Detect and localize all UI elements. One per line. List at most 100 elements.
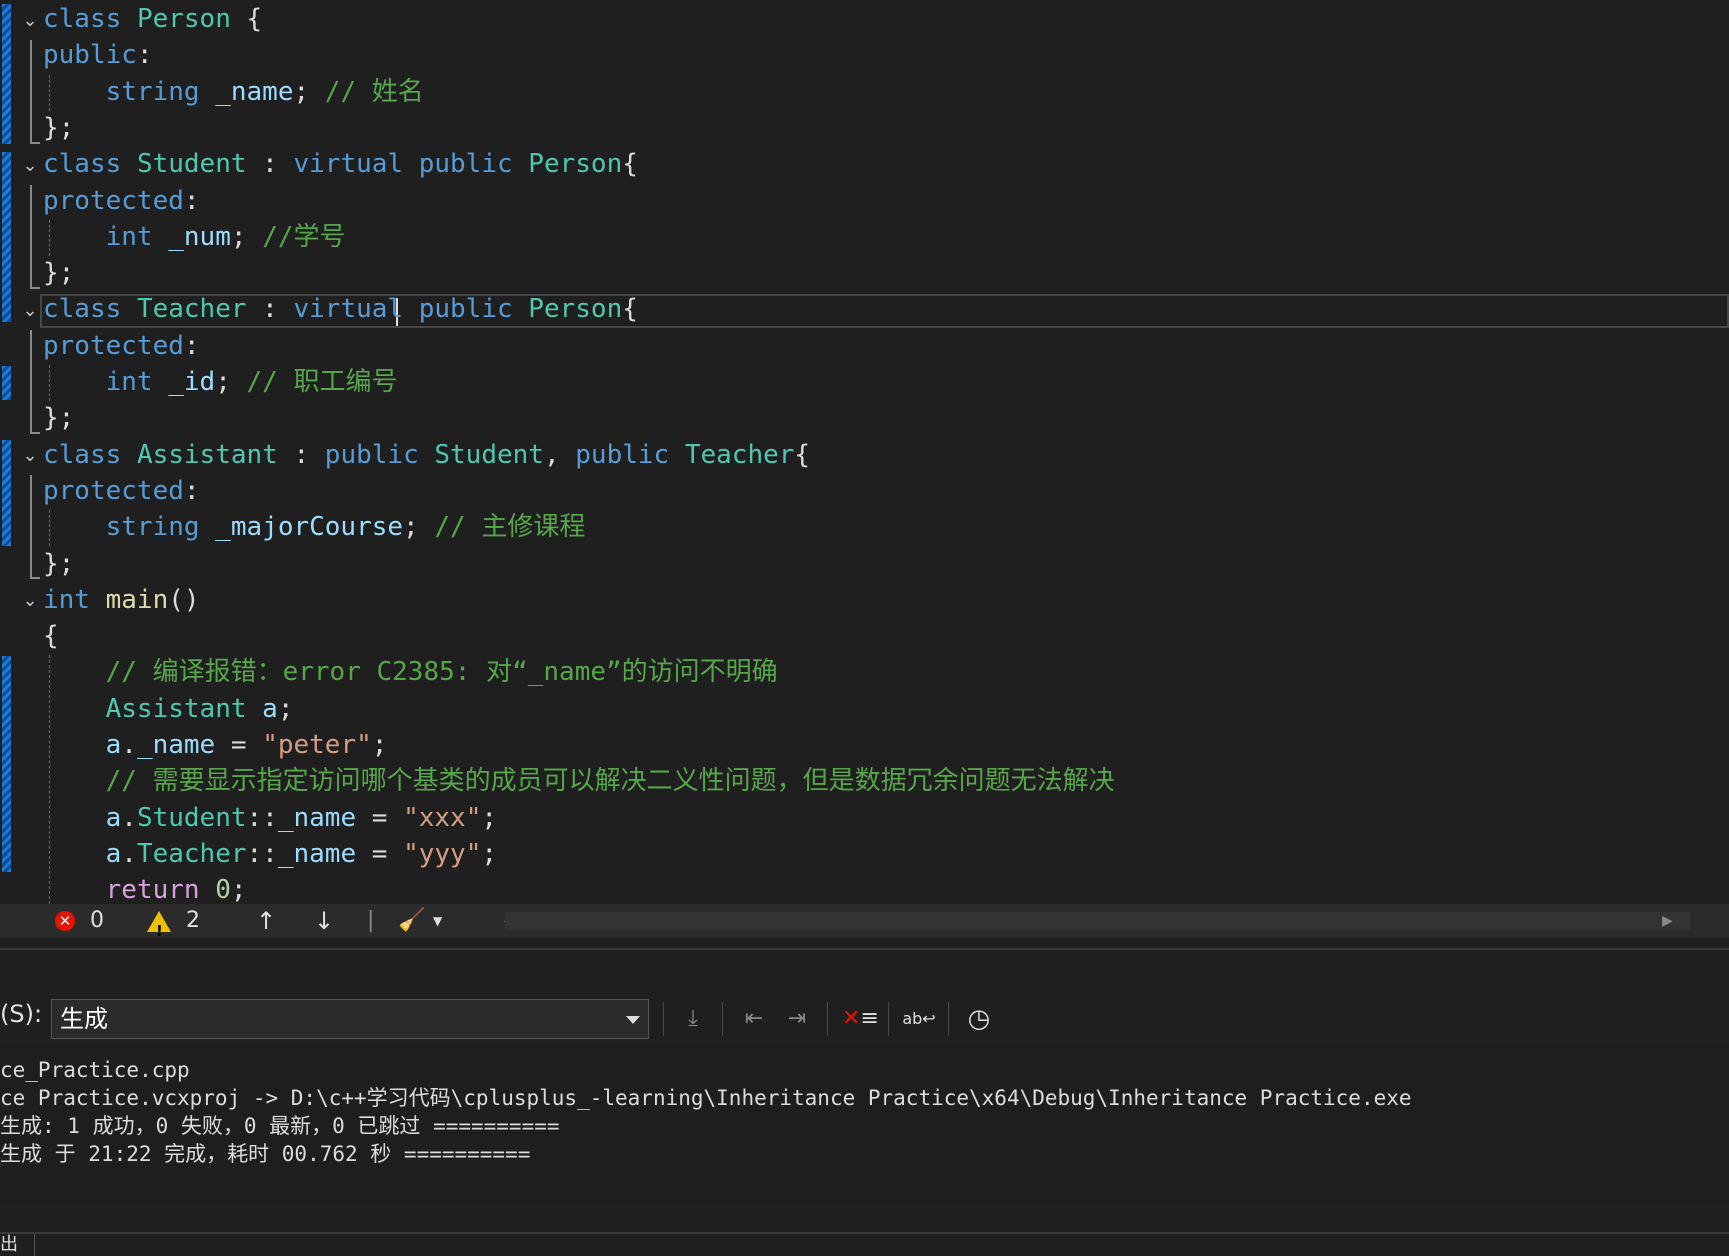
code-token: {	[622, 294, 638, 325]
next-message-icon[interactable]: ⇥	[780, 1002, 814, 1036]
code-token: Student	[434, 439, 544, 470]
scroll-right-icon[interactable]: ▶	[1662, 904, 1673, 938]
code-cleanup-icon[interactable]: 🧹	[398, 904, 425, 938]
scope-line	[30, 577, 40, 579]
chevron-down-icon[interactable]: ⌄	[19, 590, 41, 612]
code-line[interactable]: protected:	[43, 184, 200, 218]
code-token: _name	[277, 802, 357, 833]
code-token: int	[43, 584, 90, 615]
code-line[interactable]: class Assistant : public Student, public…	[43, 438, 810, 472]
code-line[interactable]: string _name; // 姓名	[43, 75, 424, 109]
code-token: {	[794, 439, 811, 470]
code-token: Teacher	[136, 294, 247, 325]
code-token: };	[43, 548, 75, 579]
code-line[interactable]: int _id; // 职工编号	[43, 365, 398, 399]
code-line[interactable]: string _majorCourse; // 主修课程	[43, 510, 586, 544]
code-line[interactable]: class Student : virtual public Person{	[43, 147, 638, 181]
code-line[interactable]: };	[43, 547, 74, 581]
code-token: _name	[215, 76, 294, 107]
code-token: .	[121, 802, 137, 833]
code-token: public	[418, 294, 513, 325]
code-line[interactable]: // 需要显示指定访问哪个基类的成员可以解决二义性问题，但是数据冗余问题无法解决	[43, 764, 1115, 798]
output-line: ce_Practice.cpp	[0, 1058, 190, 1082]
horizontal-scrollbar[interactable]	[505, 912, 1690, 930]
code-line[interactable]: a.Student::_name = "xxx";	[43, 801, 497, 835]
code-line[interactable]: class Teacher : virtual public Person{	[43, 292, 638, 326]
code-token: class	[43, 439, 122, 470]
code-token: Teacher	[684, 439, 795, 470]
change-marker	[2, 366, 11, 400]
code-token: //学号	[262, 221, 346, 252]
code-line[interactable]: protected:	[43, 329, 200, 363]
code-line[interactable]: a._name = "peter";	[43, 728, 388, 762]
code-token: protected	[43, 330, 184, 361]
output-line: 生成: 1 成功，0 失败，0 最新，0 已跳过 ==========	[0, 1114, 560, 1138]
code-line[interactable]: protected:	[43, 474, 200, 508]
chevron-down-icon[interactable]: ⌄	[19, 300, 41, 322]
code-token: main	[105, 584, 169, 615]
tab-output[interactable]: 出	[0, 1234, 35, 1256]
code-token: // 需要显示指定访问哪个基类的成员可以解决二义性问题，但是数据冗余问题无法解决	[105, 766, 1115, 797]
code-editor[interactable]: ⌄ ⌄ ⌄ ⌄ ⌄ class Person {public: string _…	[0, 0, 1729, 904]
scope-line	[30, 432, 40, 434]
code-line[interactable]: int _num; //学号	[43, 220, 346, 254]
code-token: .	[121, 730, 137, 760]
code-line[interactable]: // 编译报错：error C2385: 对“_name”的访问不明确	[43, 655, 778, 689]
code-line[interactable]: public:	[43, 38, 153, 72]
code-token: a	[105, 802, 122, 833]
chevron-down-icon[interactable]: ⌄	[19, 155, 41, 177]
arrow-up-icon[interactable]: ↑	[256, 904, 276, 938]
chevron-down-icon[interactable]: ⌄	[19, 10, 41, 32]
code-line[interactable]: };	[43, 256, 74, 290]
code-line[interactable]: a.Teacher::_name = "yyy";	[43, 837, 497, 871]
toolbar-separator	[948, 1002, 949, 1036]
code-token: class	[43, 149, 122, 180]
code-line[interactable]: };	[43, 111, 74, 145]
code-line[interactable]: int main()	[43, 583, 200, 617]
output-text[interactable]: ce_Practice.cpp ce Practice.vcxproj -> D…	[0, 1044, 1729, 1204]
code-line[interactable]: {	[43, 619, 59, 653]
code-token: ;	[293, 76, 325, 107]
code-token: ;	[230, 875, 247, 904]
find-message-icon[interactable]: ⤓	[676, 1002, 710, 1036]
code-token: public	[43, 40, 137, 71]
code-line[interactable]: Assistant a;	[43, 692, 294, 726]
clear-all-icon[interactable]: ✕≡	[842, 1002, 879, 1036]
scope-line	[30, 40, 32, 144]
output-line: ce Practice.vcxproj -> D:\c++学习代码\cplusp…	[0, 1086, 1412, 1110]
change-marker	[2, 656, 11, 872]
code-line[interactable]: };	[43, 401, 74, 435]
code-token: a	[105, 838, 122, 869]
error-count[interactable]: ✕ 0	[55, 904, 104, 938]
code-line[interactable]: return 0;	[43, 873, 247, 904]
scope-line	[30, 475, 32, 579]
previous-message-icon[interactable]: ⇤	[737, 1002, 771, 1036]
panel-divider[interactable]	[0, 948, 1729, 950]
code-token: Assistant	[136, 439, 278, 470]
word-wrap-icon[interactable]: ab↩	[902, 1002, 936, 1036]
change-marker	[2, 440, 11, 546]
code-token: _majorCourse	[215, 512, 404, 543]
code-token: Teacher	[136, 838, 247, 869]
code-token: int	[105, 221, 153, 252]
clock-icon[interactable]: ◷	[962, 1002, 996, 1036]
arrow-down-icon[interactable]: ↓	[314, 904, 334, 938]
code-token: };	[43, 403, 75, 434]
code-token: .	[121, 838, 137, 869]
code-line[interactable]: class Person {	[43, 2, 262, 36]
warning-count[interactable]: 2	[147, 904, 200, 948]
code-token: "yyy"	[403, 838, 482, 869]
code-token: };	[43, 112, 75, 143]
code-token: {	[230, 4, 263, 34]
chevron-down-icon[interactable]: ⌄	[19, 445, 41, 467]
output-source-select[interactable]: 生成	[51, 999, 649, 1039]
code-token: _name	[277, 838, 357, 869]
chevron-down-icon[interactable]: ▼	[433, 904, 442, 938]
